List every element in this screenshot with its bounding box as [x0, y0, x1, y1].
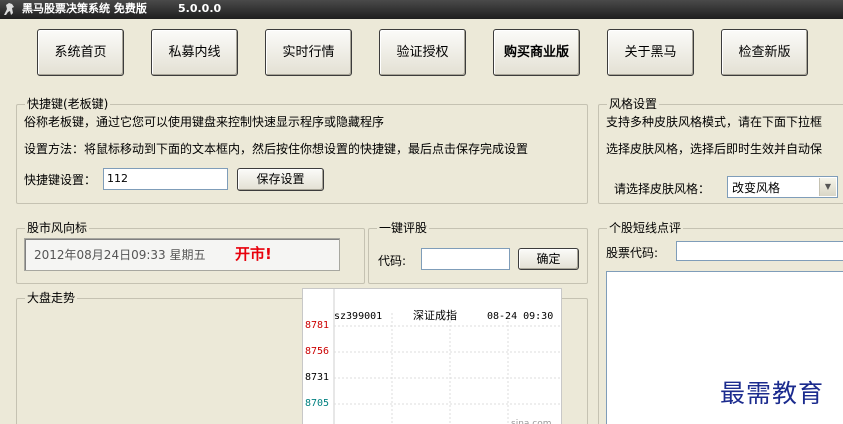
skin-select[interactable]: 改变风格 ▼ [727, 176, 838, 198]
market-status-panel: 2012年08月24日09:33 星期五 开市! [24, 238, 340, 271]
index-chart: sz399001 深证成指 08-24 09:30 8781 8756 8731… [302, 288, 562, 424]
chart-code: sz399001 [334, 311, 383, 322]
hotkey-description: 俗称老板键，通过它您可以使用键盘来控制快速显示程序或隐藏程序 [24, 115, 385, 129]
confirm-button[interactable]: 确定 [518, 248, 579, 270]
y-tick-label: 8781 [305, 320, 330, 331]
realtime-quotes-button[interactable]: 实时行情 [265, 29, 352, 76]
skin-description-2: 选择皮肤风格，选择后即时生效并自动保 [606, 142, 823, 156]
stock-code-label: 股票代码: [606, 246, 659, 260]
hotkey-group-title: 快捷键(老板键) [25, 96, 111, 112]
save-settings-button[interactable]: 保存设置 [237, 168, 324, 191]
buy-commercial-button[interactable]: 购买商业版 [493, 29, 580, 76]
title-bar: 黑马股票决策系统 免费版 5.0.0.0 [0, 0, 843, 19]
rating-code-input[interactable] [421, 248, 510, 270]
stock-code-input[interactable] [676, 241, 843, 261]
skin-label: 请选择皮肤风格： [614, 182, 711, 196]
rating-code-label: 代码: [378, 254, 407, 268]
hotkey-method: 设置方法：将鼠标移动到下面的文本框内，然后按住你想设置的快捷键，最后点击保存完成… [24, 142, 529, 156]
hotkey-label: 快捷键设置： [24, 173, 97, 187]
market-indicator-title: 股市风向标 [25, 220, 90, 236]
about-button[interactable]: 关于黑马 [607, 29, 694, 76]
private-fund-button[interactable]: 私募内线 [151, 29, 238, 76]
y-tick-label: 8756 [305, 346, 330, 357]
window-title: 黑马股票决策系统 免费版 [22, 2, 147, 15]
market-trend-title: 大盘走势 [25, 290, 78, 306]
chevron-down-icon[interactable]: ▼ [819, 178, 836, 196]
horse-logo-icon [4, 3, 14, 15]
chart-title: 深证成指 [413, 309, 457, 322]
window-version: 5.0.0.0 [178, 2, 222, 15]
home-button[interactable]: 系统首页 [37, 29, 124, 76]
y-tick-label: 8731 [305, 372, 330, 383]
verify-auth-button[interactable]: 验证授权 [379, 29, 466, 76]
rating-group-title: 一键评股 [377, 220, 430, 236]
watermark-text: 最需教育 [720, 379, 825, 408]
skin-select-value: 改变风格 [732, 181, 781, 195]
check-update-button[interactable]: 检查新版 [721, 29, 808, 76]
short-comment-title: 个股短线点评 [607, 220, 684, 236]
chart-timestamp: 08-24 09:30 [487, 311, 554, 322]
skin-description-1: 支持多种皮肤风格模式，请在下面下拉框 [606, 115, 823, 129]
skin-group-title: 风格设置 [607, 96, 660, 112]
market-open-status: 开市! [235, 245, 272, 263]
chart-source: sina.com [511, 419, 552, 424]
market-datetime: 2012年08月24日09:33 星期五 [34, 248, 206, 262]
hotkey-input[interactable]: 112 [103, 168, 228, 190]
y-tick-label: 8705 [305, 398, 330, 409]
